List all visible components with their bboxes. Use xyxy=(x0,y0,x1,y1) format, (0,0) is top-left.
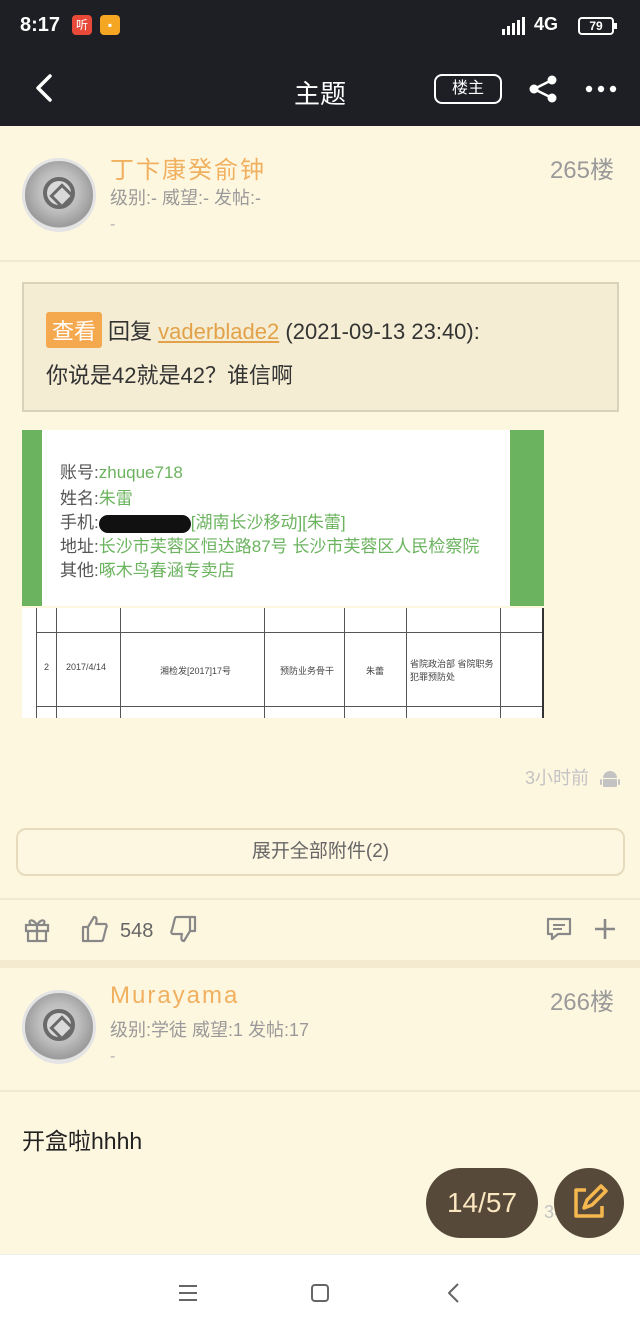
comment-icon[interactable] xyxy=(544,914,574,944)
quote-text: 你说是42就是42？谁信啊 xyxy=(46,363,293,388)
user-stats: 级别:学徒 威望:1 发帖:17 xyxy=(110,1020,310,1040)
top-navbar: 主题 楼主 xyxy=(0,52,640,126)
more-dots-icon[interactable] xyxy=(584,74,618,104)
owner-only-button[interactable]: 楼主 xyxy=(434,74,502,104)
avatar[interactable] xyxy=(22,990,96,1064)
post-actions-bar: 548 xyxy=(0,898,640,960)
table-cell: 湘检发[2017]17号 xyxy=(160,666,232,676)
image-line: 手机: [湖南长沙移动][朱蕾] xyxy=(60,513,346,533)
username[interactable]: Murayama xyxy=(110,982,239,1010)
quote-block: 查看 回复 vaderblade2 (2021-09-13 23:40): 你说是… xyxy=(22,282,619,412)
thumbs-down-icon[interactable] xyxy=(168,914,198,944)
quoted-user-link[interactable]: vaderblade2 xyxy=(158,319,279,344)
diving-helmet-icon xyxy=(43,177,75,209)
username[interactable]: 丁卞康癸俞钟 xyxy=(110,150,266,185)
share-icon[interactable] xyxy=(526,74,560,104)
post-header: 丁卞康癸俞钟 级别:- 威望:- 发帖:- - 265楼 xyxy=(0,126,640,260)
view-quote-button[interactable]: 查看 xyxy=(46,312,103,348)
floor-number: 266楼 xyxy=(549,989,614,1016)
gift-icon[interactable] xyxy=(22,914,52,944)
image-line: 账号:zhuque718 xyxy=(60,463,183,482)
attached-image-1[interactable]: 账号:zhuque718 姓名:朱雷 手机: [湖南长沙移动][朱蕾] 地址:长沙… xyxy=(22,430,544,606)
listen-app-icon: 听 xyxy=(72,15,92,35)
android-icon xyxy=(600,771,620,788)
quote-datetime: (2021-09-13 23:40): xyxy=(285,319,480,344)
expand-attachments-button[interactable]: 展开全部附件(2) xyxy=(16,828,625,876)
battery-icon: 79 xyxy=(578,17,617,35)
notes-app-icon: ▪ xyxy=(100,15,120,35)
table-cell: 2017/4/14 xyxy=(66,662,107,672)
image-line: 地址:长沙市芙蓉区恒达路87号 长沙市芙蓉区人民检察院 xyxy=(60,537,480,556)
quote-header: 查看 回复 vaderblade2 (2021-09-13 23:40): xyxy=(46,312,480,348)
plus-icon[interactable] xyxy=(590,914,620,944)
system-navigation-bar xyxy=(0,1254,640,1332)
table-cell: 2 xyxy=(44,662,50,672)
floor-number: 265楼 xyxy=(549,157,614,184)
image-line: 姓名:朱雷 xyxy=(60,489,133,508)
clock: 8:17 xyxy=(20,14,61,36)
home-square-icon[interactable] xyxy=(308,1281,332,1305)
page-indicator-button[interactable]: 14/57 xyxy=(426,1168,538,1238)
post-body: 开盒啦hhhh xyxy=(22,1128,143,1154)
thumbs-up-icon[interactable] xyxy=(80,914,110,944)
network-type: 4G xyxy=(534,14,559,34)
divider xyxy=(0,260,640,262)
table-cell: 预防业务骨干 xyxy=(280,666,335,676)
user-signature: - xyxy=(110,1048,116,1065)
divider xyxy=(0,1090,640,1092)
table-cell: 省院政治部 省院职务犯罪预防处 xyxy=(410,659,494,682)
signal-icon xyxy=(502,17,526,35)
back-triangle-icon[interactable] xyxy=(442,1281,466,1305)
redaction-mark xyxy=(98,514,191,533)
like-count: 548 xyxy=(120,920,154,942)
edit-icon xyxy=(574,1184,608,1218)
diving-helmet-icon xyxy=(43,1009,75,1041)
post-time: 3小时前 xyxy=(525,764,620,790)
status-bar: 8:17 听 ▪ 4G 79 xyxy=(0,0,640,52)
user-stats: 级别:- 威望:- 发帖:- xyxy=(110,188,261,208)
menu-icon[interactable] xyxy=(176,1281,200,1305)
avatar[interactable] xyxy=(22,158,96,232)
image-line: 其他:啄木鸟春涵专卖店 xyxy=(60,561,235,580)
table-cell: 朱蕾 xyxy=(366,666,385,676)
reply-label: 回复 xyxy=(108,319,153,344)
user-signature: - xyxy=(110,216,116,233)
compose-reply-button[interactable] xyxy=(554,1168,624,1238)
attached-image-2[interactable]: 2 2017/4/14 湘检发[2017]17号 预防业务骨干 朱蕾 省院政治部… xyxy=(22,608,544,718)
post-header: Murayama 级别:学徒 威望:1 发帖:17 - 266楼 xyxy=(0,958,640,1092)
